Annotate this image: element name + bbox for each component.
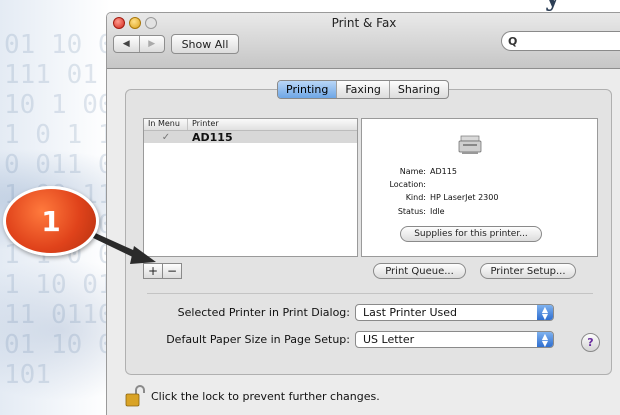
search-field[interactable]: Q <box>501 31 620 51</box>
kind-value: HP LaserJet 2300 <box>430 193 499 202</box>
lock-icon[interactable] <box>125 385 145 407</box>
checkmark-icon[interactable]: ✓ <box>144 132 188 143</box>
remove-printer-button[interactable]: − <box>162 264 181 278</box>
print-fax-window: Print & Fax ◀ ▶ Show All Q Printing Faxi… <box>106 12 620 415</box>
show-all-button[interactable]: Show All <box>171 34 239 54</box>
tab-printing[interactable]: Printing <box>278 81 337 98</box>
name-label: Name: <box>399 167 426 176</box>
step-callout-badge: 1 <box>3 186 99 256</box>
supplies-button[interactable]: Supplies for this printer... <box>400 226 542 242</box>
printer-list-header: In Menu Printer <box>144 119 357 131</box>
lock-message: Click the lock to prevent further change… <box>151 390 380 403</box>
paper-size-label: Default Paper Size in Page Setup: <box>166 333 350 346</box>
printer-column-header[interactable]: Printer <box>188 119 219 130</box>
window-title: Print & Fax <box>331 16 397 30</box>
location-label: Location: <box>389 180 426 189</box>
selected-printer-label: Selected Printer in Print Dialog: <box>177 306 350 319</box>
printer-row[interactable]: ✓ AD115 <box>144 130 357 144</box>
divider <box>147 293 593 294</box>
tab-faxing[interactable]: Faxing <box>336 81 389 98</box>
help-button[interactable]: ? <box>581 333 600 352</box>
tab-bar: Printing Faxing Sharing <box>277 80 450 99</box>
kind-label: Kind: <box>405 193 426 202</box>
paper-size-popup[interactable]: US Letter ▲ ▼ <box>355 331 554 348</box>
forward-arrow-icon[interactable]: ▶ <box>138 36 165 52</box>
status-value: Idle <box>430 207 445 216</box>
back-forward-control: ◀ ▶ <box>113 35 165 53</box>
selected-printer-popup[interactable]: Last Printer Used ▲ ▼ <box>355 304 554 321</box>
printer-setup-button[interactable]: Printer Setup... <box>480 263 576 279</box>
name-value: AD115 <box>430 167 457 176</box>
printer-list: In Menu Printer ✓ AD115 <box>143 118 358 257</box>
popup-arrows-icon: ▲ ▼ <box>537 332 553 347</box>
printer-details: Name: AD115 Location: Kind: HP LaserJet … <box>361 118 598 257</box>
paper-size-value: US Letter <box>363 333 415 346</box>
popup-arrows-icon: ▲ ▼ <box>537 305 553 320</box>
selected-printer-value: Last Printer Used <box>363 306 458 319</box>
status-label: Status: <box>397 207 426 216</box>
in-menu-column-header[interactable]: In Menu <box>144 119 188 130</box>
printer-icon <box>458 135 482 154</box>
titlebar: Print & Fax ◀ ▶ Show All Q <box>107 13 620 69</box>
print-queue-button[interactable]: Print Queue... <box>373 263 466 279</box>
back-arrow-icon[interactable]: ◀ <box>114 36 139 52</box>
printer-name: AD115 <box>192 130 233 144</box>
corner-logo-fragment: y <box>545 0 615 12</box>
tab-sharing[interactable]: Sharing <box>388 81 448 98</box>
search-icon: Q <box>508 34 518 48</box>
